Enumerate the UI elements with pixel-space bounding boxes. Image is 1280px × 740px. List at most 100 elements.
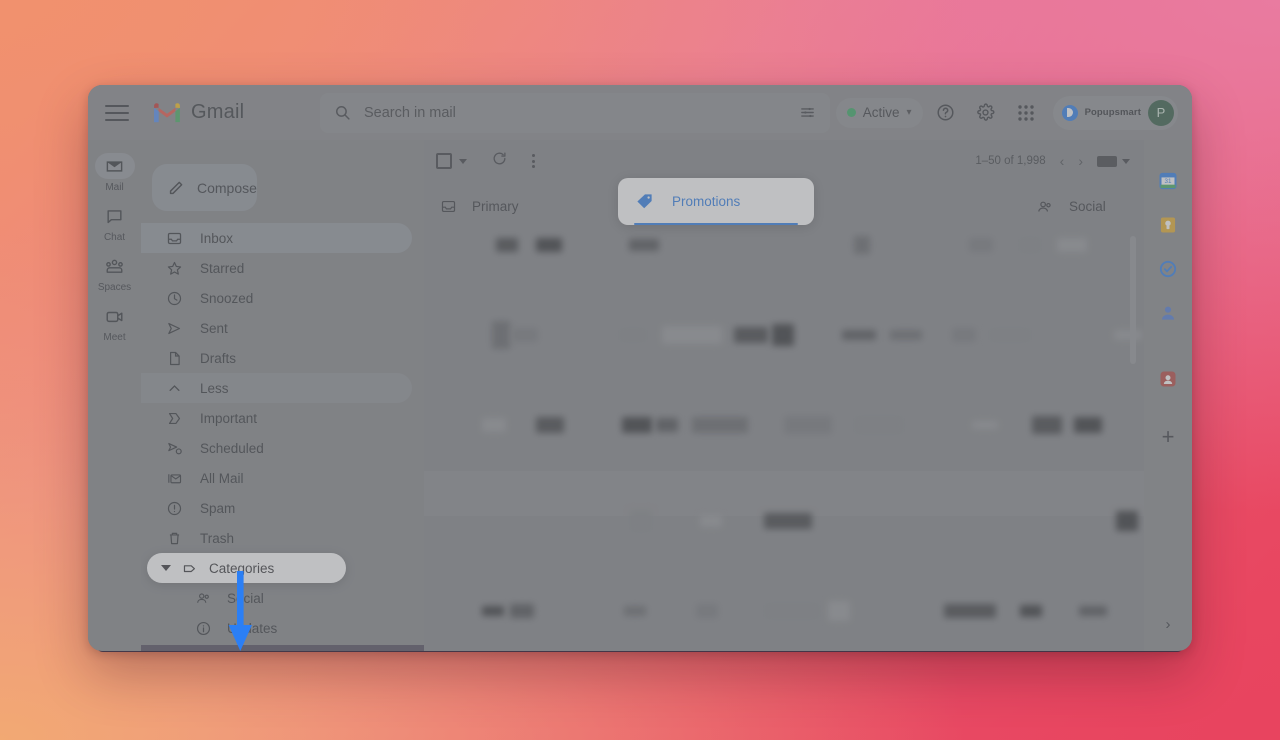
account-chip[interactable]: Popupsmart P (1052, 95, 1178, 130)
rail-label-chat: Chat (103, 232, 126, 243)
google-side-panel: 31 + › (1144, 140, 1192, 651)
redacted-text-block (1079, 606, 1107, 616)
sidebar-item-starred[interactable]: Starred (141, 253, 412, 283)
pagination-controls: 1–50 of 1,998 ‹ › (975, 153, 1144, 169)
gmail-logo-icon (154, 103, 180, 123)
redacted-text-block (510, 604, 534, 618)
brand-label: Gmail (191, 101, 245, 123)
sidebar-item-important[interactable]: Important (141, 403, 412, 433)
redacted-text-block (692, 417, 748, 433)
spaces-icon (106, 259, 123, 273)
sidebar-label-snoozed: Snoozed (200, 290, 254, 306)
redacted-text-block (1057, 238, 1087, 252)
email-row[interactable] (424, 231, 1144, 268)
google-apps-button[interactable] (1009, 96, 1043, 130)
status-badge[interactable]: Active ▾ (835, 97, 923, 128)
prev-page-button[interactable]: ‹ (1060, 153, 1065, 169)
gmail-brand[interactable]: Gmail (152, 101, 292, 124)
google-keep-icon[interactable] (1157, 214, 1179, 236)
all-mail-icon (165, 469, 183, 487)
sidebar-item-spam[interactable]: Spam (141, 493, 412, 523)
redacted-text-block (828, 601, 850, 621)
redacted-text-block (1114, 330, 1142, 340)
scheduled-send-icon (165, 439, 183, 457)
inbox-icon (165, 229, 183, 247)
google-tasks-icon[interactable] (1157, 258, 1179, 280)
compose-button[interactable]: Compose (152, 164, 257, 211)
status-dot-icon (846, 108, 856, 117)
chevron-down-icon[interactable] (1122, 158, 1130, 164)
sidebar-label-drafts: Drafts (200, 350, 237, 366)
redacted-text-block (764, 603, 820, 619)
hamburger-menu-icon[interactable] (105, 104, 129, 121)
send-icon (165, 319, 183, 337)
redacted-text-block (944, 604, 996, 618)
sidebar-item-trash[interactable]: Trash (141, 523, 412, 553)
add-addon-button[interactable]: + (1157, 426, 1179, 448)
refresh-button[interactable] (491, 150, 508, 172)
sidebar-item-less[interactable]: Less (141, 373, 412, 403)
email-list[interactable] (424, 231, 1144, 651)
chevron-down-icon (161, 565, 171, 571)
sidebar-label-inbox: Inbox (200, 230, 234, 246)
select-all-checkbox[interactable] (436, 153, 452, 169)
sidebar-item-updates[interactable]: Updates (141, 613, 412, 643)
google-contacts-icon[interactable] (1157, 302, 1179, 324)
redacted-text-block (656, 418, 678, 432)
chat-icon (107, 209, 122, 223)
app-rail: Mail Chat Spaces Meet (88, 140, 141, 651)
rail-item-spaces[interactable]: Spaces (92, 253, 138, 293)
google-calendar-icon[interactable]: 31 (1157, 170, 1179, 192)
rail-item-mail[interactable]: Mail (92, 153, 138, 193)
redacted-text-block (772, 324, 794, 346)
sidebar-item-social[interactable]: Social (141, 583, 412, 613)
keyboard-icon[interactable] (1097, 155, 1117, 167)
header-actions: Active ▾ Popupsmart P (835, 95, 1192, 130)
redacted-text-block (536, 417, 564, 433)
email-row[interactable] (424, 403, 1144, 448)
forums-chat-icon (194, 649, 212, 651)
avatar[interactable]: P (1148, 99, 1174, 126)
sidebar-item-sent[interactable]: Sent (141, 313, 412, 343)
email-row[interactable] (424, 499, 1144, 544)
next-page-button[interactable]: › (1078, 153, 1083, 169)
email-row[interactable] (424, 313, 1144, 358)
tab-social[interactable]: Social (1018, 182, 1106, 231)
important-label-icon (165, 409, 183, 427)
redacted-text-block (854, 416, 904, 434)
sidebar-item-forums[interactable]: Forums (141, 643, 412, 652)
category-tabs: Primary Promotions Social (424, 178, 1144, 231)
updates-info-icon (194, 619, 212, 637)
social-people-icon (194, 589, 212, 607)
sidebar-item-inbox[interactable]: Inbox (141, 223, 412, 253)
sidebar-label-important: Important (200, 410, 258, 426)
meet-video-icon (106, 311, 123, 322)
expand-panel-button[interactable]: › (1166, 616, 1171, 633)
sidebar-item-scheduled[interactable]: Scheduled (141, 433, 412, 463)
sidebar-item-drafts[interactable]: Drafts (141, 343, 412, 373)
help-button[interactable] (929, 96, 963, 130)
redacted-text-block (989, 328, 1031, 342)
list-scrollbar[interactable] (1130, 236, 1136, 364)
sidebar-item-snoozed[interactable]: Snoozed (141, 283, 412, 313)
rail-item-chat[interactable]: Chat (92, 203, 138, 243)
spam-icon (165, 499, 183, 517)
redacted-text-block (1116, 511, 1138, 531)
tune-filter-icon[interactable] (799, 104, 816, 121)
rail-item-meet[interactable]: Meet (92, 303, 138, 343)
red-addon-icon[interactable] (1157, 368, 1179, 390)
more-options-button[interactable] (532, 154, 535, 168)
email-row[interactable] (424, 589, 1144, 634)
redacted-text-block (969, 238, 993, 252)
sidebar-item-all-mail[interactable]: All Mail (141, 463, 412, 493)
search-input[interactable]: Search in mail (320, 92, 830, 133)
redacted-text-block (482, 606, 504, 616)
tab-primary[interactable]: Primary (424, 182, 614, 231)
sidebar-label-scheduled: Scheduled (200, 440, 264, 456)
tab-promotions[interactable]: Promotions (618, 178, 814, 225)
settings-button[interactable] (969, 96, 1003, 130)
tab-label-promotions: Promotions (672, 194, 741, 209)
redacted-text-block (1019, 237, 1041, 253)
chevron-down-icon[interactable] (459, 158, 467, 164)
gmail-window: Gmail Search in mail Active ▾ Popupsmart… (88, 85, 1192, 651)
